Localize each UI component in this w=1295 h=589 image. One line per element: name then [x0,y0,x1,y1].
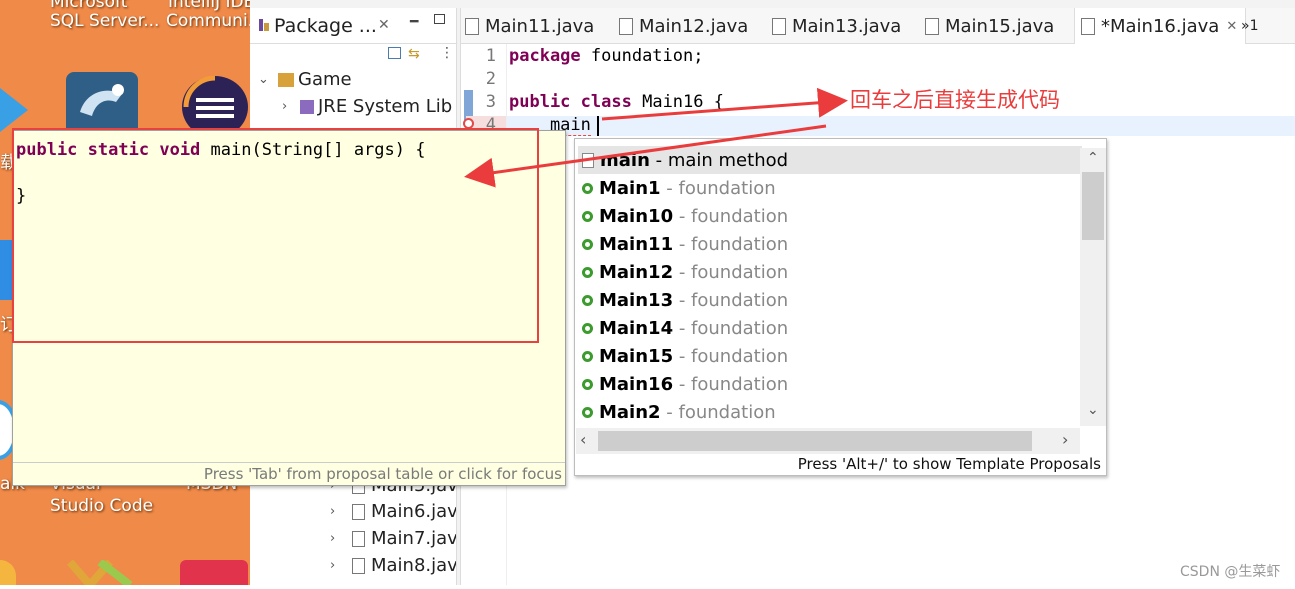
arrow-to-annotation [601,87,848,121]
watermark-text: CSDN @生菜虾 [1180,564,1281,580]
annotation-arrows [464,87,848,188]
arrow-to-preview [464,124,827,188]
